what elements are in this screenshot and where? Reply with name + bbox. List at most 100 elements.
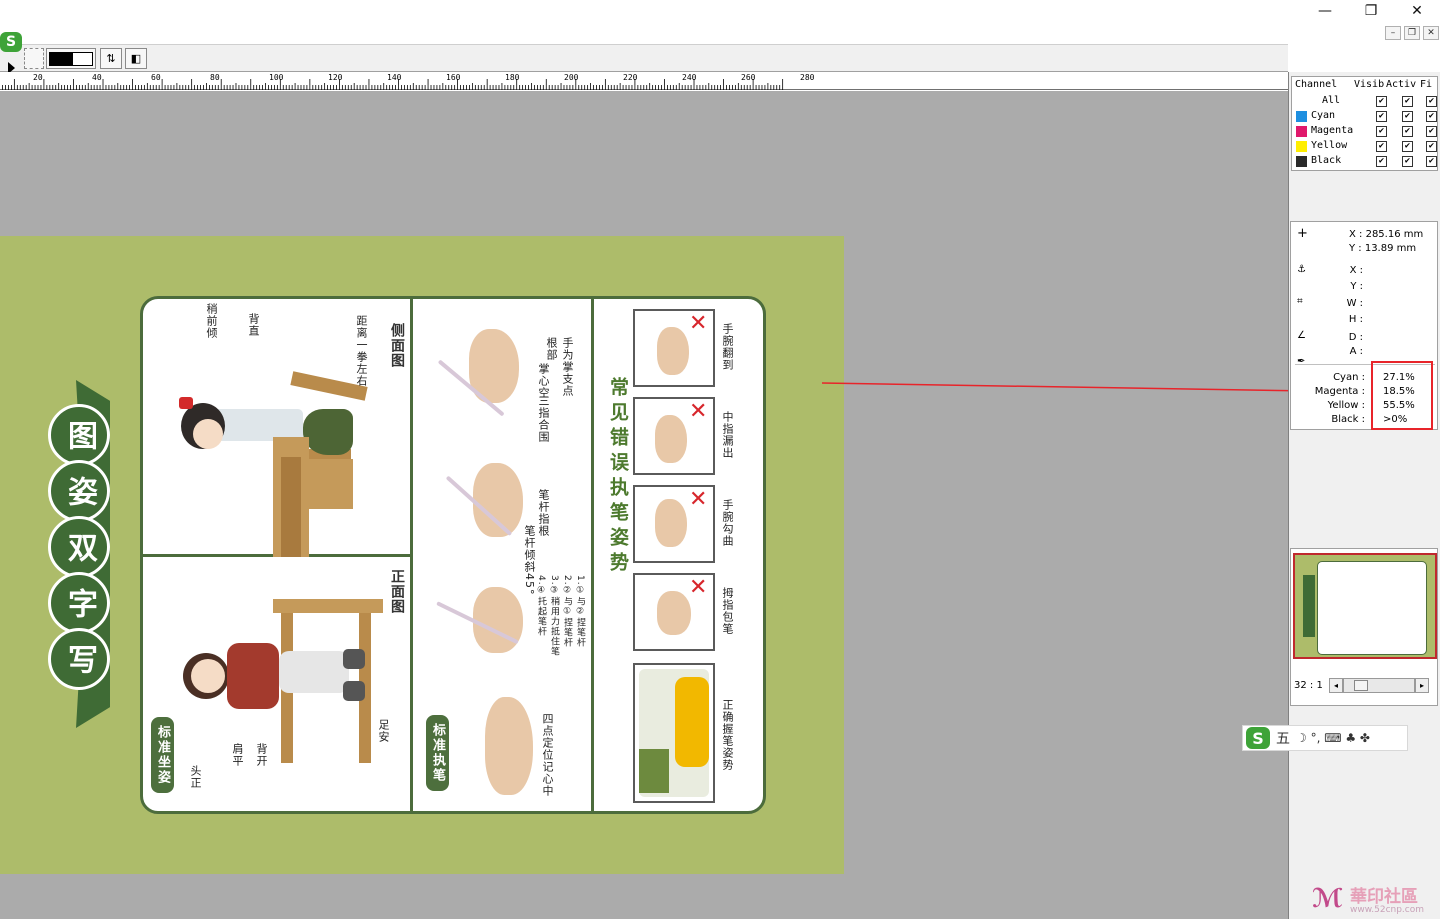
visible-checkbox[interactable]: ✔	[1376, 96, 1387, 107]
channel-row-cyan[interactable]: Cyan ✔ ✔ ✔	[1292, 109, 1439, 124]
channel-name: All	[1322, 95, 1341, 106]
ime-symbols[interactable]: ☽ °, ⌨ ♣ ✤	[1296, 731, 1370, 745]
ime-toolbar[interactable]: S 五 ☽ °, ⌨ ♣ ✤	[1242, 725, 1408, 751]
ink-highlight-box	[1371, 361, 1433, 430]
ruler-ticks	[2, 79, 784, 90]
section-holding: 标准执笔	[426, 715, 449, 791]
channel-row-black[interactable]: Black ✔ ✔ ✔	[1292, 154, 1439, 169]
ruler-label: 240	[682, 73, 697, 82]
ink-label: Magenta :	[1314, 386, 1365, 397]
hold-label-7: 四点定位记心中	[541, 713, 554, 797]
ruler-label: 120	[328, 73, 343, 82]
channel-color-swatch	[1296, 156, 1307, 167]
zoom-slider[interactable]	[1343, 678, 1415, 693]
error-label-2: 中指漏出	[721, 411, 734, 459]
visible-checkbox[interactable]: ✔	[1376, 141, 1387, 152]
visible-checkbox[interactable]: ✔	[1376, 126, 1387, 137]
fill-checkbox[interactable]: ✔	[1426, 156, 1437, 167]
crop-icon: ⌗	[1297, 296, 1303, 307]
channel-name: Black	[1311, 155, 1342, 166]
label-feet: 足安	[377, 719, 390, 743]
ruler-label: 100	[269, 73, 284, 82]
mdi-minimize-button[interactable]: –	[1385, 26, 1401, 40]
right-panel	[1288, 72, 1440, 919]
restore-button[interactable]: ❐	[1348, 0, 1394, 22]
section-sitting: 标准坐姿	[151, 717, 174, 793]
info-label: X :	[1349, 265, 1363, 276]
ruler-label: 220	[623, 73, 638, 82]
hold-label-4: 笔杆指根	[537, 489, 550, 537]
eyedropper-icon: ✒	[1297, 356, 1306, 367]
channel-row-all[interactable]: All ✔ ✔ ✔	[1292, 94, 1439, 109]
channel-name: Yellow	[1311, 140, 1348, 151]
hold-label-2: 掌心空	[537, 363, 550, 399]
channel-header-name: Channel	[1295, 79, 1338, 90]
section-errors: 常见错误执笔姿势	[607, 377, 629, 577]
label-distance: 距离一拳左右	[355, 315, 368, 387]
title-char-1: 图	[48, 404, 110, 466]
label-lean: 稍前倾	[205, 303, 218, 339]
info-label: W :	[1346, 298, 1363, 309]
x-mark-icon: ✕	[689, 399, 708, 424]
fill-checkbox[interactable]: ✔	[1426, 126, 1437, 137]
error-card-4: ✕	[633, 573, 715, 651]
ink-label: Cyan :	[1333, 372, 1365, 383]
active-checkbox[interactable]: ✔	[1402, 111, 1413, 122]
poster-frame: 稍前倾 背直 距离一拳左右 侧面图 正面图 标准坐姿 头正 肩平 背开 足安 手…	[140, 296, 766, 814]
mdi-restore-button[interactable]: ❐	[1404, 26, 1420, 40]
ime-mode[interactable]: 五	[1276, 728, 1290, 748]
mdi-close-button[interactable]: ✕	[1423, 26, 1439, 40]
active-checkbox[interactable]: ✔	[1402, 126, 1413, 137]
zoom-right-button[interactable]: ▸	[1415, 678, 1429, 693]
channel-row-yellow[interactable]: Yellow ✔ ✔ ✔	[1292, 139, 1439, 154]
active-checkbox[interactable]: ✔	[1402, 96, 1413, 107]
channel-row-magenta[interactable]: Magenta ✔ ✔ ✔	[1292, 124, 1439, 139]
ruler-label: 200	[564, 73, 579, 82]
error-card-1: ✕	[633, 309, 715, 387]
label-head: 头正	[189, 765, 202, 789]
fill-checkbox[interactable]: ✔	[1426, 96, 1437, 107]
toolbar: ⇅ ◧	[0, 44, 1288, 72]
ruler-label: 260	[741, 73, 756, 82]
navigator-thumbnail[interactable]	[1293, 553, 1437, 659]
ruler-label: 20	[33, 73, 43, 82]
fill-checkbox[interactable]: ✔	[1426, 141, 1437, 152]
background-color-icon	[71, 51, 93, 66]
channel-name: Cyan	[1311, 110, 1336, 121]
zoom-thumb[interactable]	[1354, 680, 1368, 691]
ruler-label: 60	[151, 73, 161, 82]
correct-photo-card	[633, 663, 715, 803]
selection-tool-icon[interactable]	[24, 48, 44, 69]
channel-color-swatch	[1296, 141, 1307, 152]
watermark-logo: ℳ 華印社區 www.52cnp.com	[1312, 880, 1440, 918]
x-mark-icon: ✕	[689, 311, 708, 336]
error-label-3: 手腕勾曲	[721, 499, 734, 547]
zoom-left-button[interactable]: ◂	[1329, 678, 1343, 693]
mdi-bar	[0, 24, 1440, 44]
info-label: H :	[1348, 314, 1363, 325]
ruler-label: 180	[505, 73, 520, 82]
channel-name: Magenta	[1311, 125, 1354, 136]
horizontal-ruler: 20 40 60 80 100 120 140 160 180 200 220 240 260 280	[0, 72, 1288, 90]
ruler-label: 160	[446, 73, 461, 82]
error-card-2: ✕	[633, 397, 715, 475]
ime-logo-icon: S	[1246, 727, 1270, 749]
active-checkbox[interactable]: ✔	[1402, 156, 1413, 167]
minimize-button[interactable]: —	[1302, 0, 1348, 22]
zoom-control: 32 : 1 ◂ ▸	[1293, 678, 1435, 694]
close-button[interactable]: ✕	[1394, 0, 1440, 22]
default-colors-icon[interactable]: ◧	[125, 48, 147, 69]
x-mark-icon: ✕	[689, 575, 708, 600]
swap-colors-icon[interactable]: ⇅	[100, 48, 122, 69]
error-card-3: ✕	[633, 485, 715, 563]
side-view-title: 侧面图	[389, 323, 405, 368]
color-swatch-button[interactable]	[46, 48, 96, 69]
active-checkbox[interactable]: ✔	[1402, 141, 1413, 152]
visible-checkbox[interactable]: ✔	[1376, 111, 1387, 122]
visible-checkbox[interactable]: ✔	[1376, 156, 1387, 167]
error-label-4: 拇指包笔	[721, 587, 734, 635]
correct-label: 正确握笔姿势	[721, 699, 734, 771]
foreground-color-icon	[49, 51, 72, 66]
fill-checkbox[interactable]: ✔	[1426, 111, 1437, 122]
ink-label: Black :	[1331, 414, 1365, 425]
